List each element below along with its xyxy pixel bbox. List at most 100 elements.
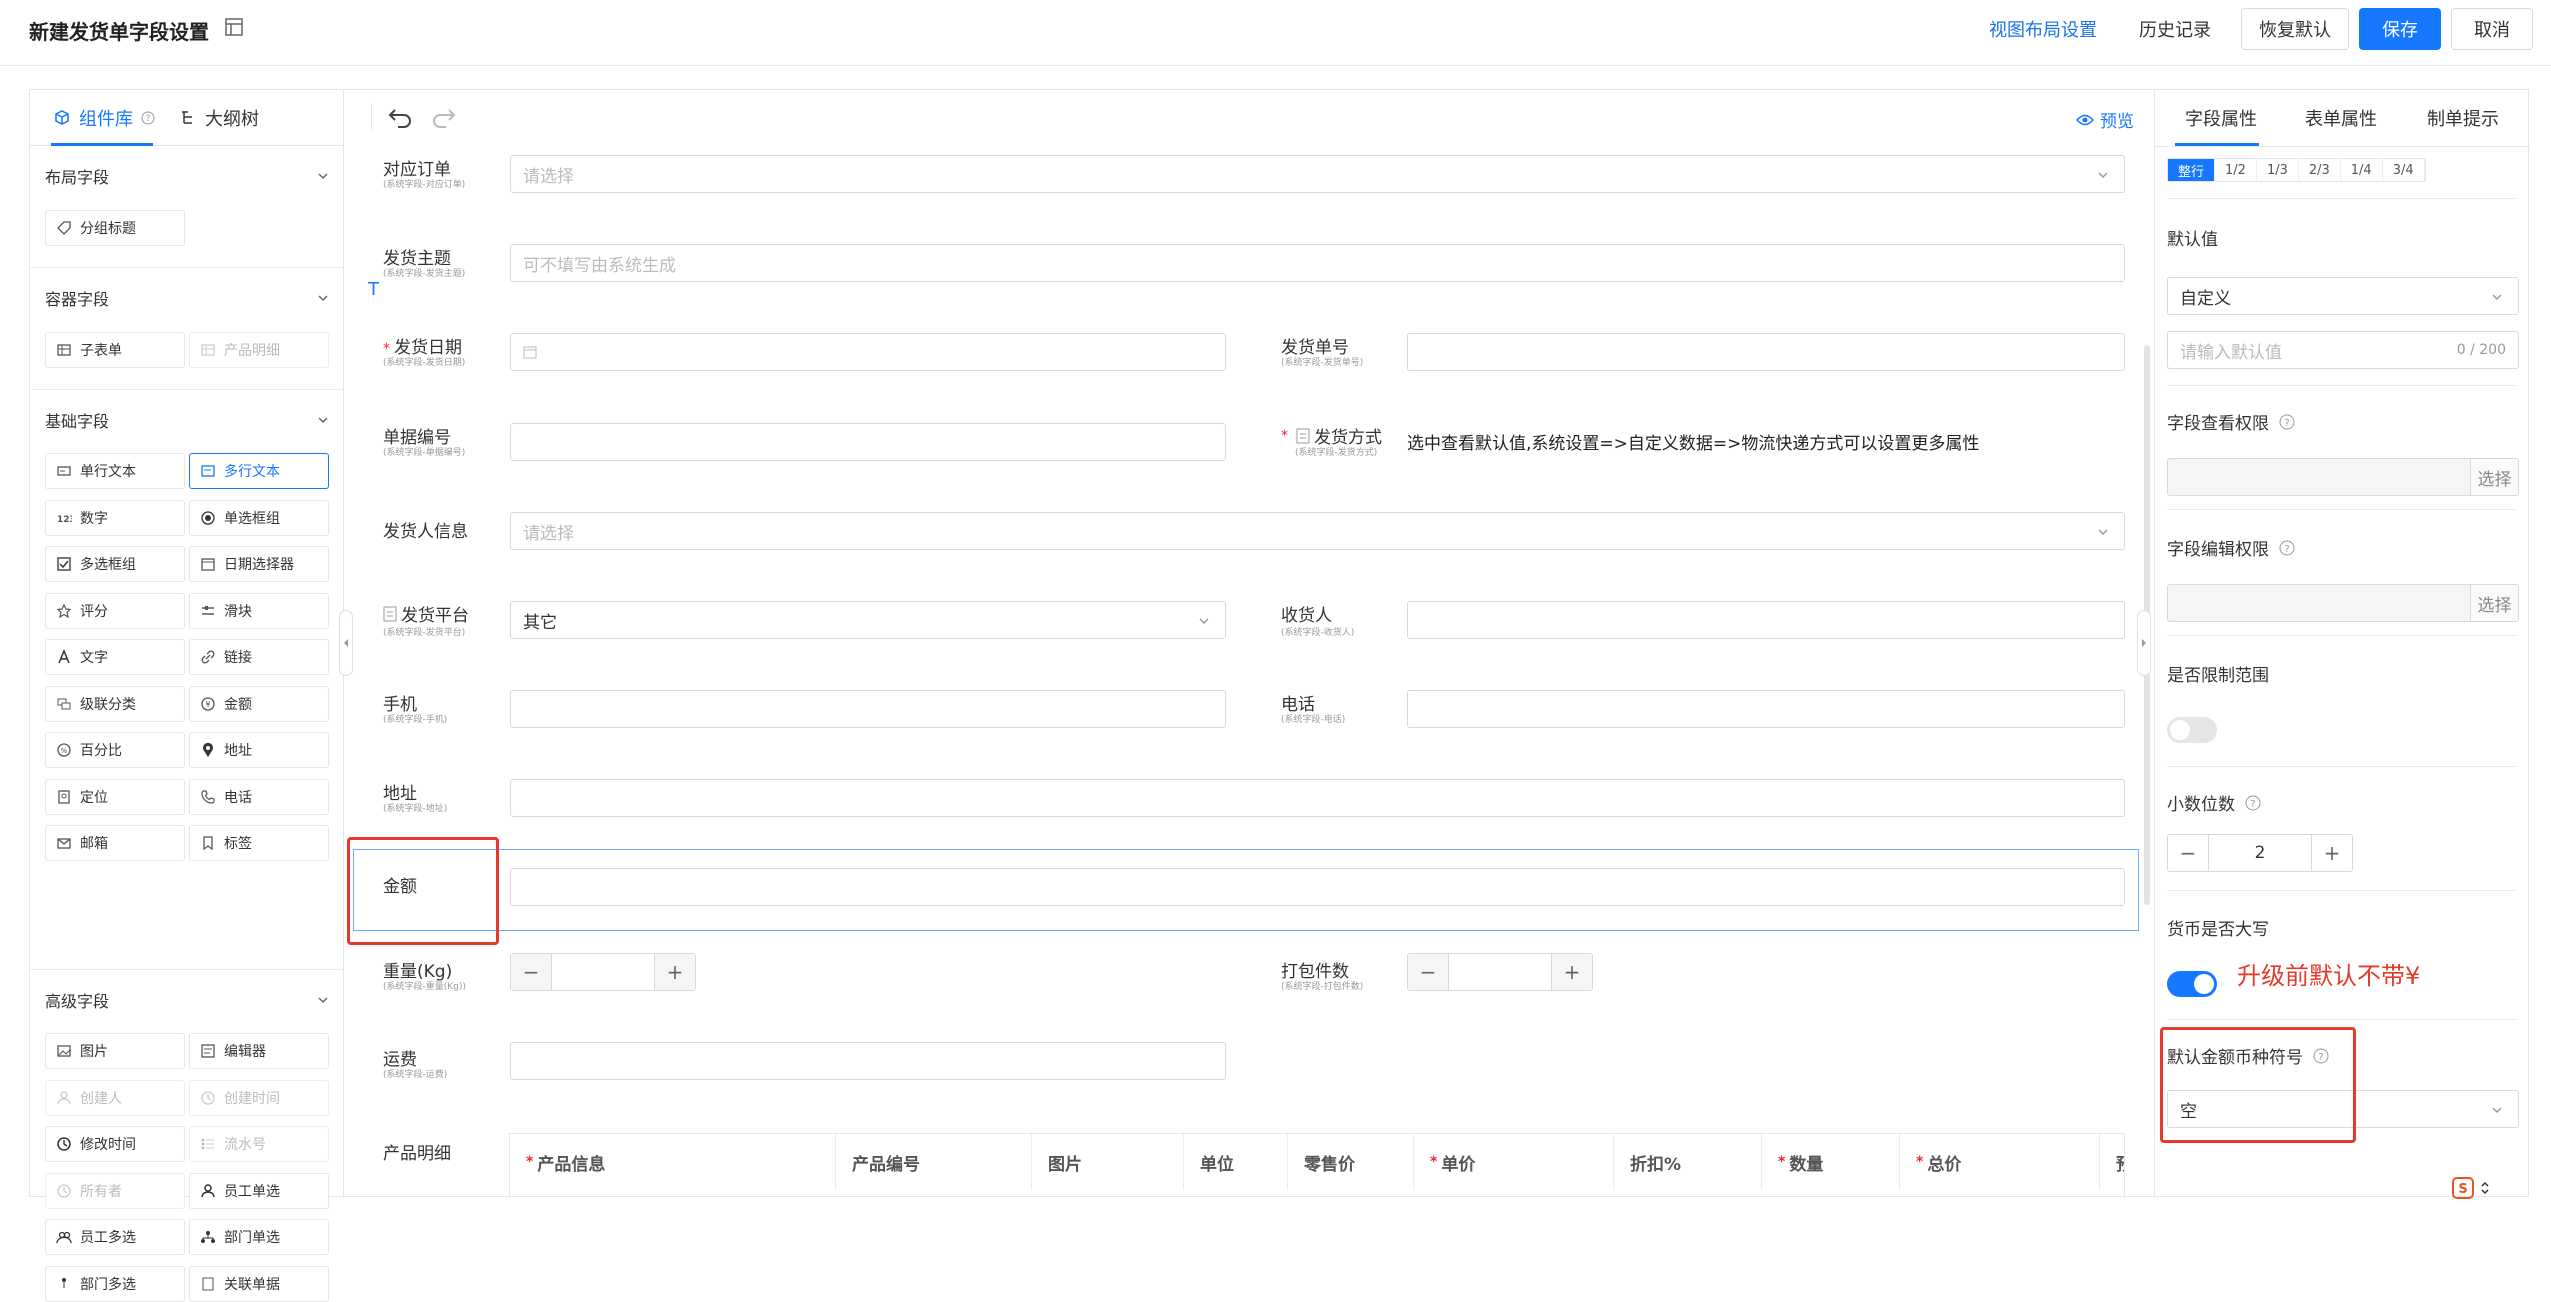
stepper-value[interactable] (551, 954, 655, 990)
history-link[interactable]: 历史记录 (2130, 8, 2220, 50)
cancel-button[interactable]: 取消 (2451, 8, 2533, 50)
component-basic-6[interactable]: 评分 (45, 592, 185, 629)
component-advanced-0[interactable]: 图片 (45, 1033, 185, 1069)
component-basic-15[interactable]: 电话 (189, 778, 329, 815)
width-option[interactable]: 2/3 (2299, 159, 2341, 181)
width-option[interactable]: 3/4 (2383, 159, 2425, 181)
component-basic-1[interactable]: 多行文本 (189, 453, 329, 489)
component-advanced-10[interactable]: 部门多选 (45, 1265, 185, 1302)
tab-creation-tips[interactable]: 制单提示 (2427, 105, 2499, 131)
stepper-value[interactable]: 2 (2208, 835, 2312, 871)
calendar-icon (201, 558, 215, 571)
weight-stepper[interactable]: − + (510, 953, 696, 991)
org-icon (62, 1277, 66, 1288)
input-method-indicator[interactable]: S (2452, 1168, 2512, 1208)
component-basic-2[interactable]: 123 数字 (45, 499, 185, 536)
minus-button[interactable]: − (2168, 835, 2208, 871)
component-advanced-1[interactable]: 编辑器 (189, 1033, 329, 1069)
component-basic-13[interactable]: 地址 (189, 732, 329, 768)
tab-field-properties[interactable]: 字段属性 (2185, 105, 2257, 131)
shipper-select[interactable]: 请选择 (510, 512, 2125, 550)
component-advanced-7[interactable]: 员工单选 (189, 1172, 329, 1209)
mobile-input[interactable] (510, 690, 1226, 728)
component-subform[interactable]: 子表单 (45, 332, 185, 368)
component-basic-3[interactable]: 单选框组 (189, 499, 329, 536)
tab-outline-tree[interactable]: 大纲树 (179, 105, 259, 131)
component-label: 日期选择器 (224, 557, 294, 573)
address-input[interactable] (510, 779, 2125, 817)
component-basic-0[interactable]: 单行文本 (45, 453, 185, 489)
layout-icon[interactable] (224, 17, 244, 37)
collapse-right-handle[interactable] (2137, 610, 2151, 676)
component-advanced-4[interactable]: 修改时间 (45, 1126, 185, 1162)
minus-button[interactable]: − (1408, 954, 1448, 990)
doc-no-input[interactable] (510, 423, 1226, 461)
plus-button[interactable]: + (2312, 835, 2352, 871)
group-header-advanced[interactable]: 高级字段 (45, 985, 330, 1015)
product-detail-table[interactable]: *产品信息产品编号图片单位零售价*单价折扣%*数量*总价预 (509, 1133, 2125, 1197)
freight-input[interactable] (510, 1042, 1226, 1080)
component-advanced-5: 流水号 (189, 1126, 329, 1162)
component-basic-7[interactable]: 滑块 (189, 592, 329, 629)
width-option[interactable]: 整行 (2168, 159, 2216, 181)
restore-default-button[interactable]: 恢复默认 (2241, 8, 2349, 50)
width-option[interactable]: 1/3 (2257, 159, 2299, 181)
component-basic-10[interactable]: 级联分类 (45, 685, 185, 722)
component-basic-9[interactable]: 链接 (189, 639, 329, 675)
decimals-stepper[interactable]: − 2 + (2167, 834, 2353, 872)
phone-input[interactable] (1407, 690, 2125, 728)
width-option[interactable]: 1/2 (2215, 159, 2257, 181)
component-advanced-8[interactable]: 员工多选 (45, 1219, 185, 1255)
table-column-header: 预 (2100, 1134, 2124, 1190)
select-button[interactable]: 选择 (2470, 459, 2518, 495)
component-group-title[interactable]: 分组标题 (45, 210, 185, 246)
default-value-mode-select[interactable]: 自定义 (2167, 277, 2519, 315)
table-column-header: 零售价 (1288, 1134, 1414, 1190)
component-advanced-11[interactable]: 关联单据 (189, 1265, 329, 1302)
component-basic-5[interactable]: 日期选择器 (189, 546, 329, 582)
platform-select[interactable]: 其它 (510, 601, 1226, 639)
limit-range-toggle[interactable] (2167, 717, 2217, 743)
group-header-basic[interactable]: 基础字段 (45, 405, 330, 435)
component-basic-8[interactable]: 文字 (45, 639, 185, 675)
packages-stepper[interactable]: − + (1407, 953, 1593, 991)
component-basic-17[interactable]: 标签 (189, 825, 329, 861)
preview-link[interactable]: 预览 (2076, 107, 2134, 132)
view-layout-settings-link[interactable]: 视图布局设置 (1978, 8, 2108, 50)
uppercase-toggle[interactable] (2167, 971, 2217, 997)
group-header-layout[interactable]: 布局字段 (45, 161, 330, 191)
amount-input[interactable] (510, 868, 2125, 906)
default-value-input[interactable]: 请输入默认值 0 / 200 (2167, 331, 2519, 369)
field-sublabel: (系统字段-地址) (383, 804, 448, 814)
select-value: 其它 (523, 612, 557, 633)
component-basic-14[interactable]: 定位 (45, 778, 185, 815)
field-sublabel: (系统字段-运费) (383, 1070, 448, 1080)
stepper-value[interactable] (1448, 954, 1552, 990)
select-button[interactable]: 选择 (2470, 585, 2518, 621)
order-select[interactable]: 请选择 (510, 155, 2125, 193)
field-sublabel: (系统字段-打包件数) (1281, 982, 1364, 992)
ship-no-input[interactable] (1407, 333, 2125, 371)
undo-icon[interactable] (386, 105, 414, 129)
ship-date-picker[interactable] (510, 333, 1226, 371)
width-option[interactable]: 1/4 (2341, 159, 2383, 181)
plus-button[interactable]: + (1552, 954, 1592, 990)
component-advanced-9[interactable]: 部门单选 (189, 1219, 329, 1255)
tab-form-properties[interactable]: 表单属性 (2305, 105, 2377, 131)
component-basic-12[interactable]: % 百分比 (45, 732, 185, 768)
minus-button[interactable]: − (511, 954, 551, 990)
list-number-icon (201, 1138, 214, 1150)
group-header-container[interactable]: 容器字段 (45, 283, 330, 313)
caret-updown-icon (2481, 1181, 2489, 1195)
subject-input[interactable]: 可不填写由系统生成 (510, 244, 2125, 282)
component-label: 邮箱 (80, 836, 108, 852)
redo-icon[interactable] (430, 105, 458, 129)
plus-button[interactable]: + (655, 954, 695, 990)
tab-components[interactable]: 组件库 ? (53, 105, 155, 131)
save-button[interactable]: 保存 (2359, 8, 2441, 50)
component-basic-11[interactable]: ¥ 金额 (189, 685, 329, 722)
component-basic-16[interactable]: 邮箱 (45, 825, 185, 861)
field-label: 收货人 (1281, 606, 1332, 626)
component-basic-4[interactable]: 多选框组 (45, 546, 185, 582)
receiver-input[interactable] (1407, 601, 2125, 639)
